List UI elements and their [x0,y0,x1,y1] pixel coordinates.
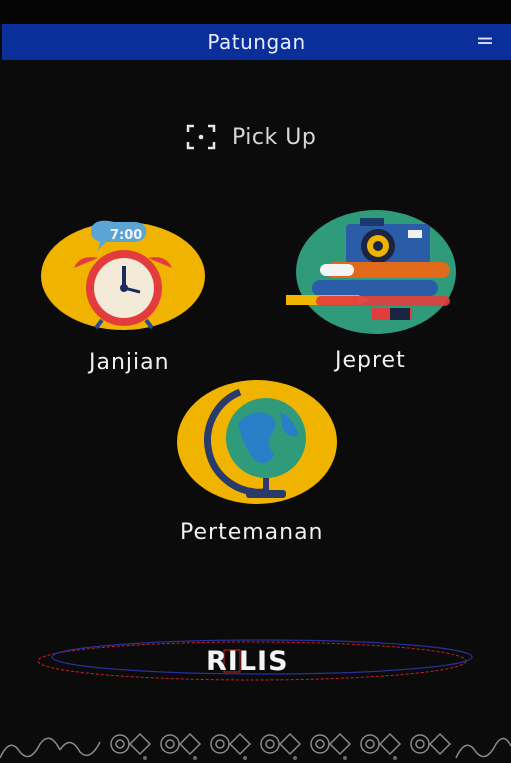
pertemanan-label: Pertemanan [180,520,324,545]
rilis-button[interactable]: RILIS [36,636,476,682]
jepret-label: Jepret [335,348,406,373]
app-title: Patungan [207,30,306,54]
pickup-button[interactable]: Pick Up [186,120,316,154]
jepret-menu-item[interactable] [286,208,456,336]
footer-ornament [0,732,511,760]
alarm-clock-icon: 7:00 [41,220,205,330]
camera-icon [286,210,456,334]
svg-text:7:00: 7:00 [110,228,142,243]
status-bar [0,0,511,24]
scan-icon [186,124,216,150]
pertemanan-menu-item[interactable] [176,378,338,506]
app-bar: Patungan = [2,24,511,60]
janjian-menu-item[interactable]: 7:00 [40,220,206,332]
janjian-label: Janjian [89,350,170,375]
rilis-label: RILIS [206,646,289,677]
pickup-label: Pick Up [232,124,317,150]
hamburger-menu-icon: = [475,29,495,54]
menu-button[interactable]: = [475,29,495,54]
globe-icon [177,380,337,504]
